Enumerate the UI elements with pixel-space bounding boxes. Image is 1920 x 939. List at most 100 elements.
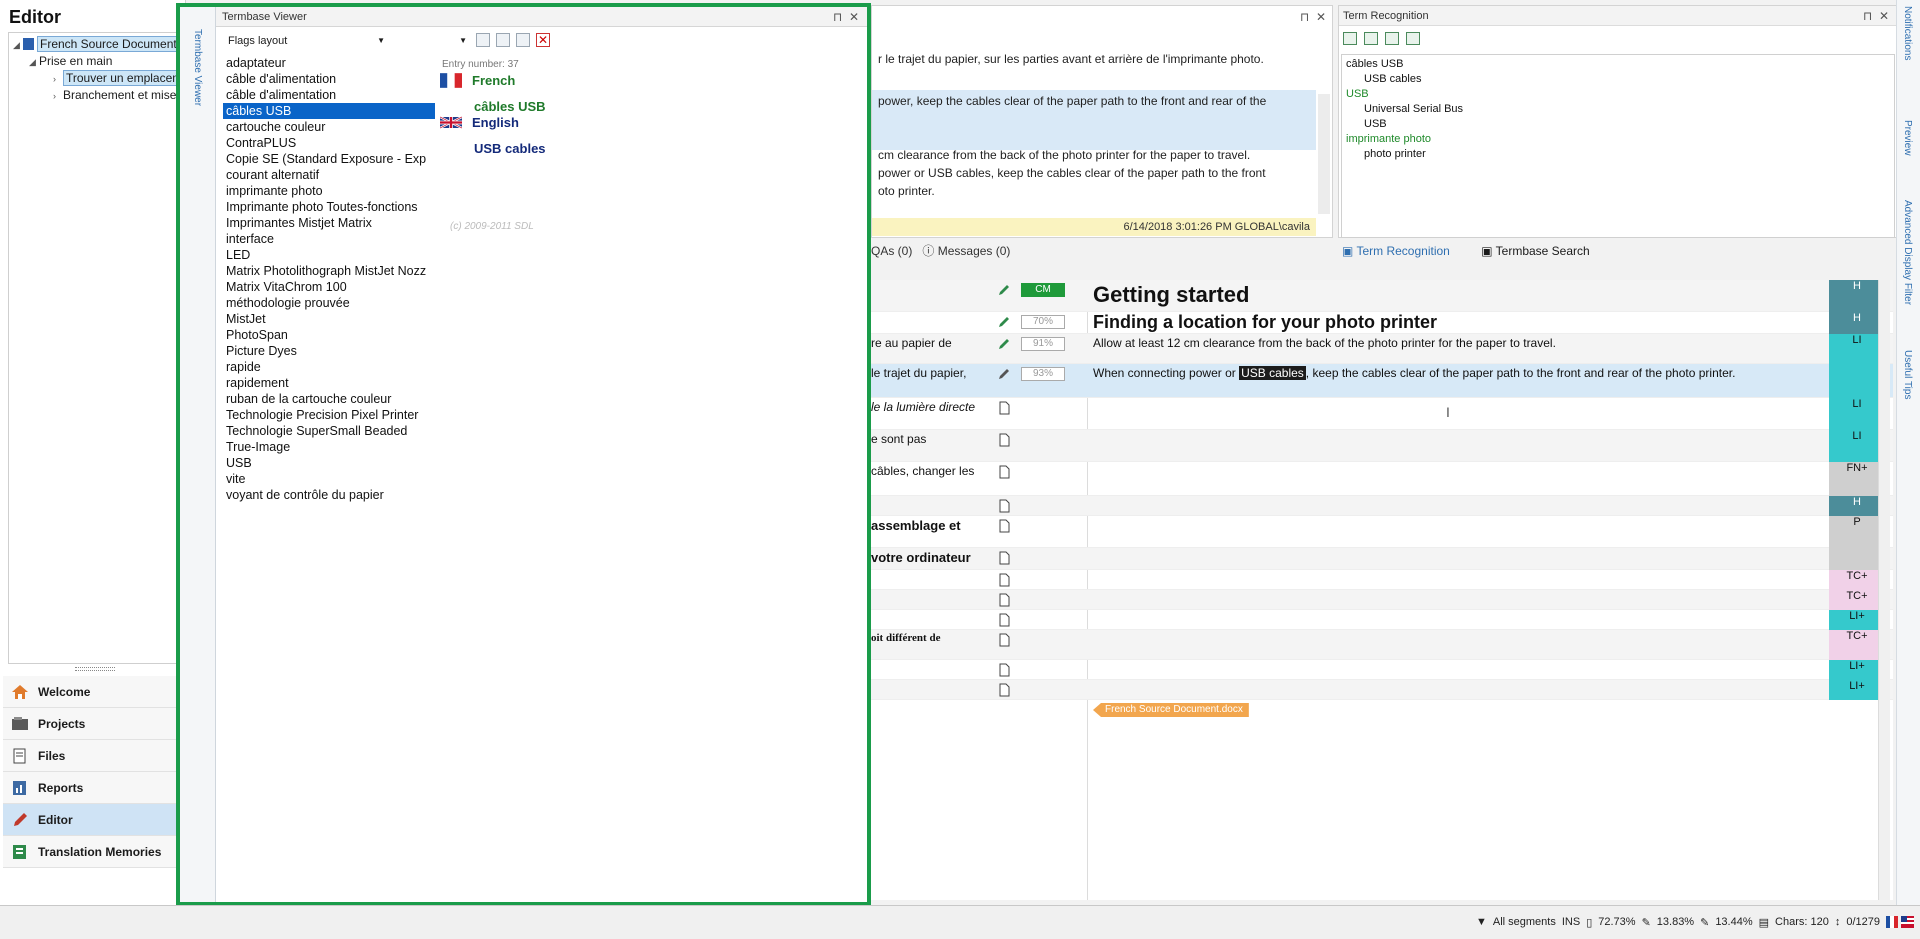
tab-qas[interactable]: QAs (0) [871, 244, 912, 258]
tr-target-term[interactable]: photo printer [1364, 147, 1426, 162]
pin-icon[interactable]: ⊓ [833, 10, 842, 24]
edit-entry-icon[interactable] [476, 33, 490, 47]
segment-row[interactable]: LI+ [871, 610, 1893, 630]
tr-target-term[interactable]: USB [1364, 117, 1387, 132]
toolbar-list-icon[interactable] [1364, 32, 1378, 45]
term-list-item[interactable]: câble d'alimentation [223, 71, 435, 87]
term-list-item[interactable]: vite [223, 471, 435, 487]
nav-welcome[interactable]: Welcome [3, 676, 183, 708]
window-controls[interactable]: ⊓ ✕ [833, 7, 859, 27]
nav-editor[interactable]: Editor [3, 804, 183, 836]
layout-select[interactable]: Flags layout ▼ ▼ [224, 32, 467, 50]
segment-row[interactable]: assemblage et P [871, 516, 1893, 548]
delete-entry-icon[interactable]: ✕ [536, 33, 550, 47]
segment-row[interactable]: TC+ [871, 590, 1893, 610]
term-list-item[interactable]: MistJet [223, 311, 435, 327]
term-list-item[interactable]: ruban de la cartouche couleur [223, 391, 435, 407]
segment-row[interactable]: LI+ [871, 680, 1893, 700]
segment-row-active[interactable]: le trajet du papier, 93% When connecting… [871, 364, 1893, 398]
term-list-item[interactable]: interface [223, 231, 435, 247]
chevron-down-icon[interactable]: ▼ [377, 32, 385, 50]
term-list-item[interactable]: câble d'alimentation [223, 87, 435, 103]
collapse-icon[interactable]: ◢ [29, 54, 39, 69]
pin-icon[interactable]: ⊓ [1863, 9, 1872, 23]
nav-translation-memories[interactable]: Translation Memories [3, 836, 183, 868]
pane-controls[interactable]: ⊓ ✕ [1300, 10, 1326, 24]
segment-row[interactable]: 70% Finding a location for your photo pr… [871, 312, 1893, 334]
advanced-display-filter-tab[interactable]: Advanced Display Filter [1902, 200, 1913, 305]
nav-reports[interactable]: Reports [3, 772, 183, 804]
tree-node-branchement[interactable]: › Branchement et mise [53, 87, 177, 103]
tr-source-term[interactable]: USB [1346, 87, 1369, 102]
segment-row[interactable]: oit différent de TC+ [871, 630, 1893, 660]
term-list-item[interactable]: Picture Dyes [223, 343, 435, 359]
segment-row[interactable]: le la lumière directe LI I [871, 398, 1893, 430]
tree-node-trouver[interactable]: ›Trouver un emplacement [53, 70, 177, 86]
recognized-term-highlight[interactable]: USB cables [1239, 366, 1306, 380]
segment-target[interactable]: Allow at least 12 cm clearance from the … [1093, 336, 1823, 350]
useful-tips-tab[interactable]: Useful Tips [1902, 350, 1913, 399]
toolbar-layout-icon[interactable] [1343, 32, 1357, 45]
segment-target[interactable]: Getting started [1093, 282, 1823, 308]
notifications-tab[interactable]: Notifications [1902, 6, 1913, 60]
expand-icon[interactable]: › [53, 88, 63, 103]
term-list-item[interactable]: Matrix VitaChrom 100 [223, 279, 435, 295]
tr-source-term[interactable]: imprimante photo [1346, 132, 1431, 147]
term-list-item[interactable]: ContraPLUS [223, 135, 435, 151]
nav-files[interactable]: Files [3, 740, 183, 772]
tree-root[interactable]: ◢ French Source Document [13, 36, 177, 52]
segment-row[interactable]: H [871, 496, 1893, 516]
tab-term-recognition[interactable]: ▣ Term Recognition [1342, 244, 1464, 258]
pane-splitter[interactable] [75, 667, 115, 671]
tab-messages[interactable]: Messages (0) [938, 244, 1011, 258]
termbase-viewer-side-tab[interactable]: Termbase Viewer [180, 7, 216, 902]
pin-icon[interactable]: ⊓ [1300, 10, 1309, 24]
segment-row[interactable]: câbles, changer les FN+ [871, 462, 1893, 496]
copy-entry-icon[interactable] [516, 33, 530, 47]
target-term[interactable]: USB cables [474, 141, 546, 156]
segment-target[interactable]: Finding a location for your photo printe… [1093, 312, 1823, 333]
term-list-item[interactable]: Matrix Photolithograph MistJet Nozz [223, 263, 435, 279]
term-list-item[interactable]: cartouche couleur [223, 119, 435, 135]
term-list-item[interactable]: Technologie Precision Pixel Printer [223, 407, 435, 423]
toolbar-settings-icon[interactable] [1406, 32, 1420, 45]
tab-termbase-search[interactable]: ▣ Termbase Search [1481, 244, 1604, 258]
term-list-item[interactable]: Imprimante photo Toutes-fonctions [223, 199, 435, 215]
pane-controls[interactable]: ⊓ ✕ [1863, 6, 1889, 26]
term-list-item[interactable]: rapidement [223, 375, 435, 391]
term-list-item[interactable]: voyant de contrôle du papier [223, 487, 435, 503]
term-list-item[interactable]: USB [223, 455, 435, 471]
toolbar-add-icon[interactable] [1385, 32, 1399, 45]
close-icon[interactable]: ✕ [1316, 10, 1326, 24]
close-icon[interactable]: ✕ [849, 10, 859, 24]
collapse-icon[interactable]: ◢ [13, 37, 23, 52]
segment-row[interactable]: re au papier de 91% Allow at least 12 cm… [871, 334, 1893, 364]
nav-projects[interactable]: Projects [3, 708, 183, 740]
segment-row[interactable]: LI+ [871, 660, 1893, 680]
term-list-item[interactable]: PhotoSpan [223, 327, 435, 343]
term-list-item[interactable]: Technologie SuperSmall Beaded [223, 423, 435, 439]
term-list-item[interactable]: imprimante photo [223, 183, 435, 199]
save-entry-icon[interactable] [496, 33, 510, 47]
segment-target[interactable]: When connecting power or USB cables, kee… [1093, 366, 1823, 380]
segment-row[interactable]: votre ordinateur [871, 548, 1893, 570]
editor-scrollbar[interactable] [1878, 280, 1890, 900]
term-list-item[interactable]: LED [223, 247, 435, 263]
term-list-item[interactable]: courant alternatif [223, 167, 435, 183]
tree-node-prise[interactable]: ◢ Prise en main [29, 53, 177, 69]
term-list-item[interactable]: True-Image [223, 439, 435, 455]
segment-row[interactable]: e sont pas LI [871, 430, 1893, 462]
insert-mode[interactable]: INS [1562, 916, 1580, 929]
source-term[interactable]: câbles USB [474, 99, 546, 114]
term-list-item[interactable]: Copie SE (Standard Exposure - Exp [223, 151, 435, 167]
term-list-item[interactable]: adaptateur [223, 55, 435, 71]
filter-icon[interactable]: ▼ [1476, 916, 1487, 929]
tr-target-term[interactable]: Universal Serial Bus [1364, 102, 1463, 117]
expand-icon[interactable]: › [53, 71, 63, 86]
term-list-item[interactable]: rapide [223, 359, 435, 375]
preview-tab[interactable]: Preview [1902, 120, 1913, 156]
preview-scrollbar[interactable] [1318, 94, 1330, 214]
term-list-item[interactable]: méthodologie prouvée [223, 295, 435, 311]
tr-source-term[interactable]: câbles USB [1346, 57, 1403, 72]
tr-target-term[interactable]: USB cables [1364, 72, 1421, 87]
